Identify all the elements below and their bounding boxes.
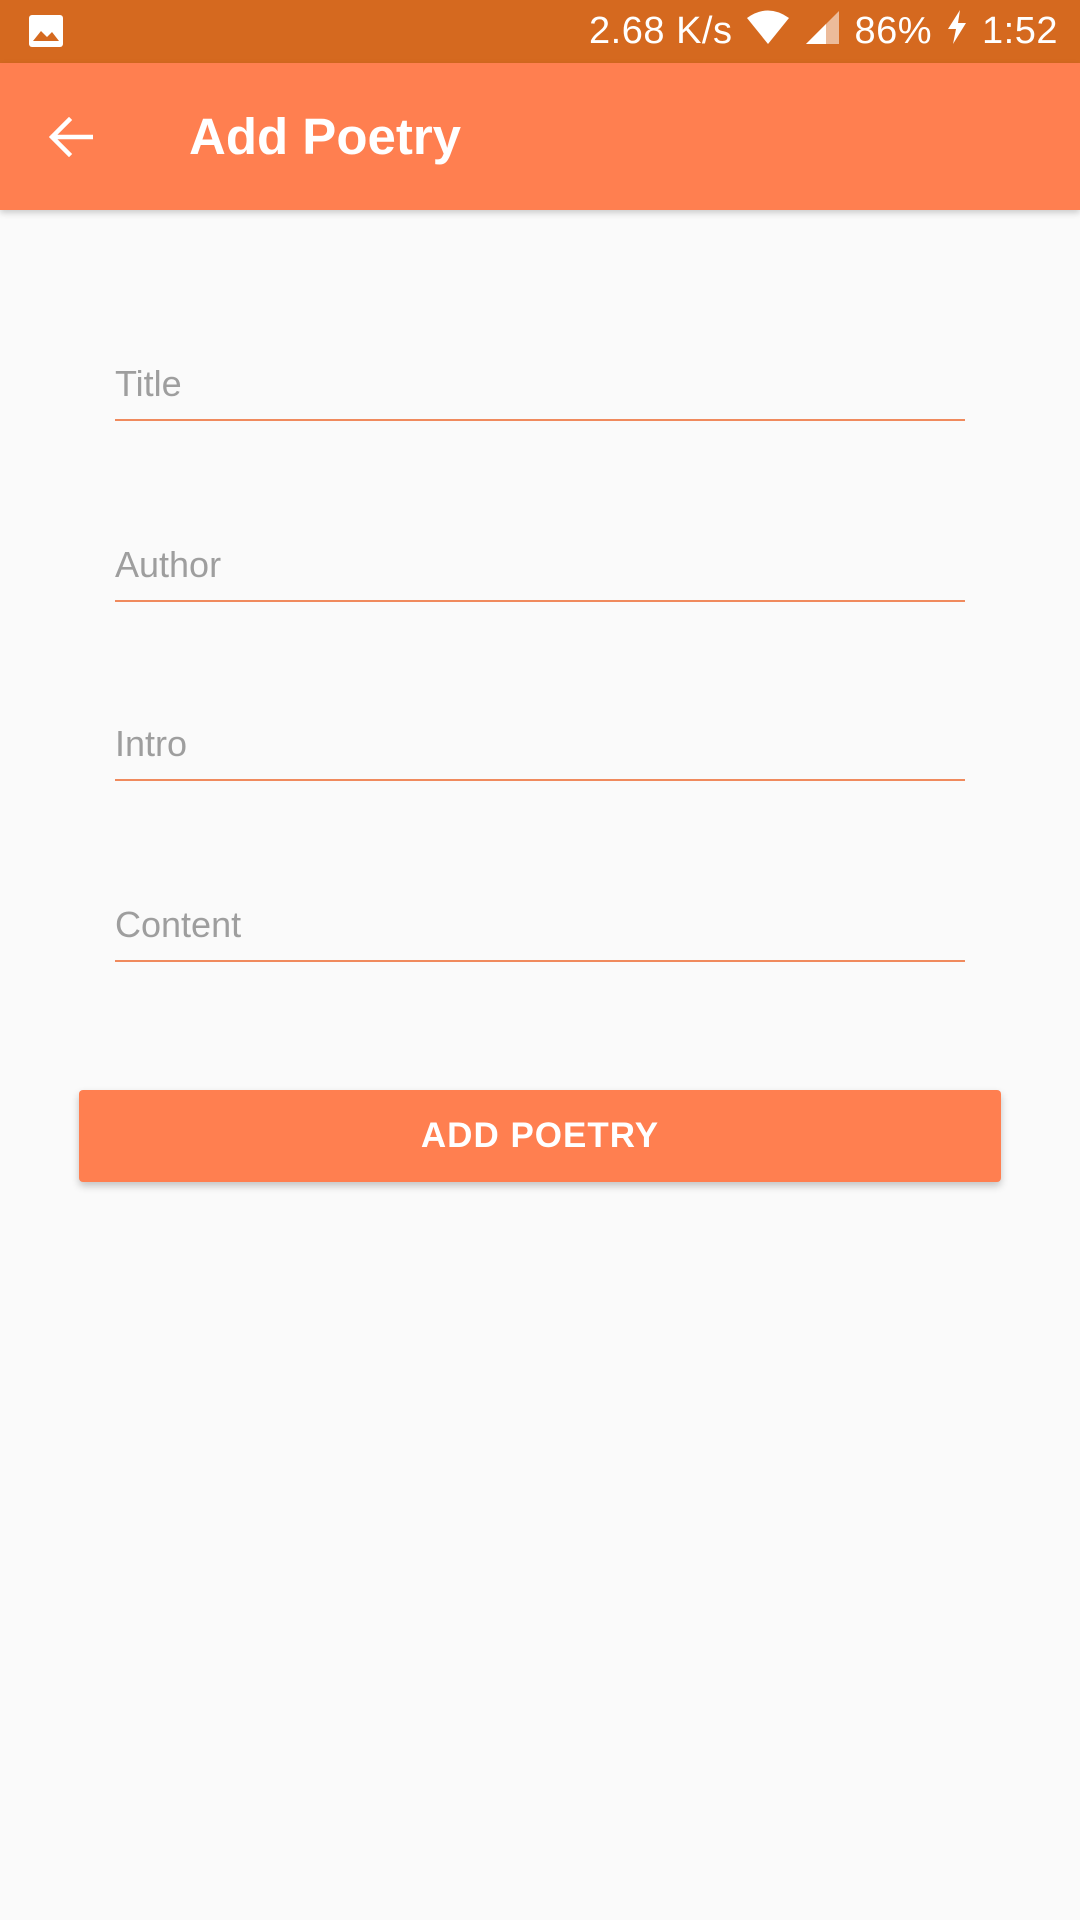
intro-field xyxy=(115,701,965,781)
network-speed: 2.68 K/s xyxy=(589,10,733,52)
bolt-icon xyxy=(946,9,968,54)
wifi-icon xyxy=(746,9,790,55)
add-poetry-button[interactable]: ADD POETRY xyxy=(79,1090,1001,1182)
image-icon xyxy=(28,14,64,48)
add-poetry-screen: 2.68 K/s 86% 1:52 Add Poetry Title Autho… xyxy=(0,0,1080,1920)
battery-level: 86% xyxy=(854,10,933,52)
intro-input[interactable] xyxy=(115,723,965,765)
title-input[interactable] xyxy=(115,363,965,405)
status-bar: 2.68 K/s 86% 1:52 xyxy=(0,0,1080,63)
author-field xyxy=(115,522,965,602)
status-indicators: 2.68 K/s 86% 1:52 xyxy=(589,0,1058,63)
clock: 1:52 xyxy=(982,10,1058,52)
content-field xyxy=(115,882,965,962)
back-button[interactable] xyxy=(36,102,106,172)
title-field xyxy=(115,341,965,421)
cell-signal-icon xyxy=(804,9,840,55)
app-bar: Add Poetry xyxy=(0,63,1080,210)
author-input[interactable] xyxy=(115,544,965,586)
arrow-left-icon xyxy=(49,117,93,157)
content-input[interactable] xyxy=(115,904,965,946)
page-title: Add Poetry xyxy=(189,108,462,165)
